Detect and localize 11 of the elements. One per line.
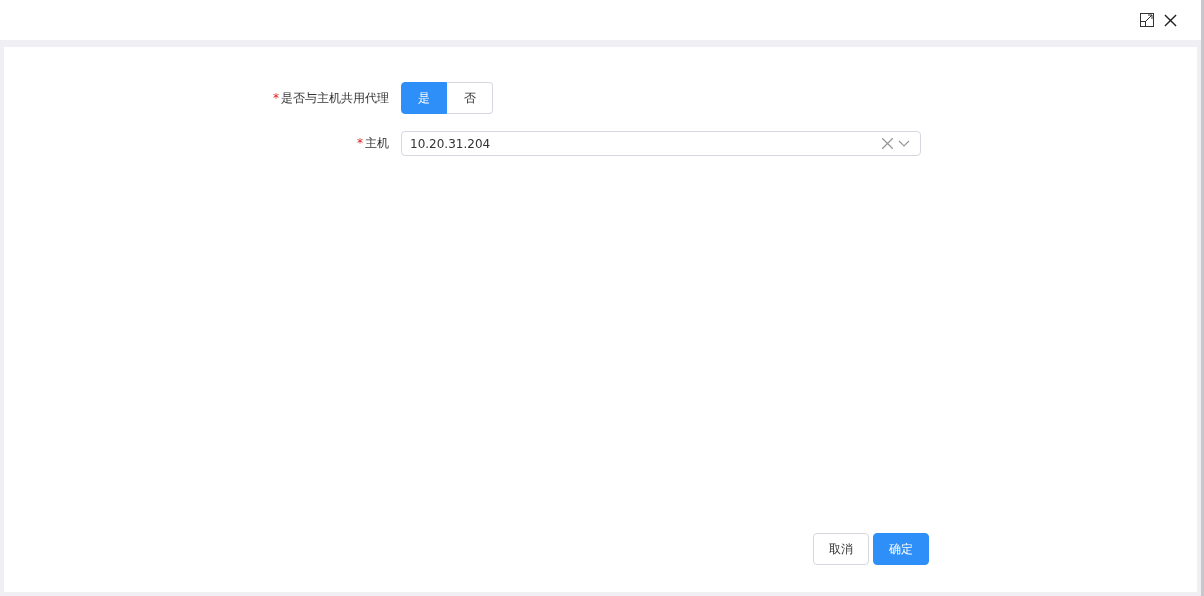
required-mark: * bbox=[357, 136, 363, 150]
clear-icon[interactable] bbox=[882, 138, 893, 149]
cancel-button[interactable]: 取消 bbox=[813, 533, 869, 565]
close-icon[interactable] bbox=[1164, 13, 1177, 27]
maximize-icon[interactable] bbox=[1140, 13, 1154, 27]
required-mark: * bbox=[273, 90, 279, 105]
radio-button[interactable]: 否 bbox=[447, 82, 493, 114]
chevron-down-icon bbox=[898, 140, 910, 147]
field-label: 主机 bbox=[365, 136, 389, 150]
field-label: 是否与主机共用代理 bbox=[281, 90, 389, 105]
host-select[interactable]: 10.20.31.204 bbox=[401, 131, 921, 156]
